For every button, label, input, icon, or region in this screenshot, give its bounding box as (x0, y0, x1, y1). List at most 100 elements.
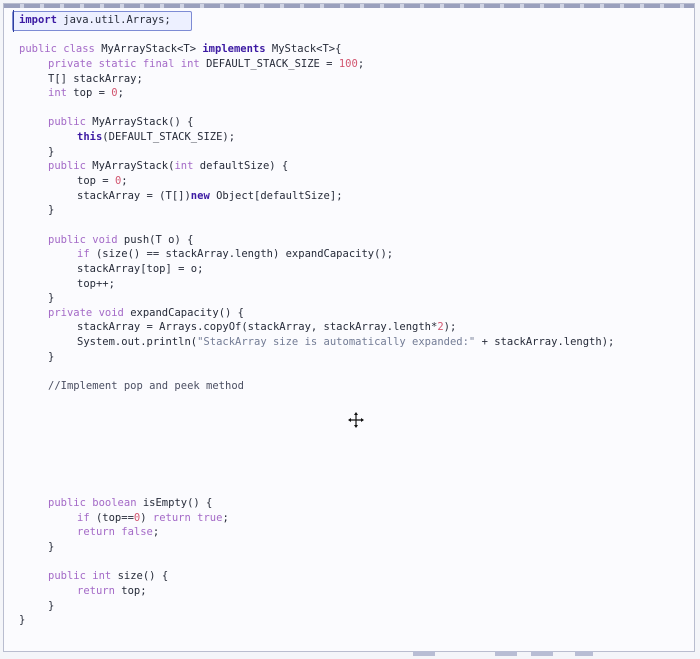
code-token: implements (202, 43, 272, 56)
code-line[interactable] (19, 438, 614, 453)
code-token: import (19, 14, 57, 26)
code-token: stackArray = Arrays.copyOf(stackArray, s… (77, 321, 438, 334)
code-token: ); (443, 321, 457, 334)
code-line[interactable]: public void push(T o) { (19, 233, 614, 248)
code-token: int (48, 87, 74, 100)
code-token: ; (222, 511, 229, 524)
code-line[interactable]: //Implement pop and peek method (19, 379, 614, 394)
editor-top-bar (4, 4, 694, 8)
code-line[interactable] (19, 482, 614, 497)
code-token: return (77, 584, 122, 597)
status-block (413, 651, 435, 656)
code-line[interactable]: } (19, 540, 614, 555)
code-token: this (77, 131, 103, 144)
code-token: DEFAULT_STACK_SIZE = (206, 57, 339, 70)
code-token: stackArray = (T[]) (77, 189, 191, 202)
code-token: public (48, 116, 93, 129)
code-line[interactable]: int top = 0; (19, 86, 614, 101)
code-token: void (92, 233, 124, 246)
code-line[interactable]: return top; (19, 584, 614, 599)
code-line[interactable]: stackArray[top] = o; (19, 262, 614, 277)
code-token: return (152, 511, 198, 524)
code-token: top = (73, 87, 112, 100)
code-line[interactable]: stackArray = Arrays.copyOf(stackArray, s… (19, 320, 614, 335)
code-token: static (98, 57, 143, 70)
code-token: int (180, 57, 207, 70)
code-line[interactable] (19, 101, 614, 116)
code-line[interactable] (19, 423, 614, 438)
code-token: Object[defaultSize]; (216, 189, 343, 202)
code-line[interactable]: } (19, 350, 614, 365)
code-token: int (174, 160, 200, 173)
code-token: (top== (95, 511, 134, 524)
code-line[interactable]: public class MyArrayStack<T> implements … (19, 42, 614, 57)
code-line[interactable]: public MyArrayStack(int defaultSize) { (19, 159, 614, 174)
code-line[interactable]: System.out.println("StackArray size is a… (19, 335, 614, 350)
code-token: } (48, 350, 55, 363)
code-token: defaultSize) { (199, 160, 289, 173)
code-line[interactable] (19, 408, 614, 423)
code-token: 100 (338, 57, 358, 70)
status-block (495, 651, 517, 656)
code-line[interactable] (19, 364, 614, 379)
code-line[interactable]: } (19, 203, 614, 218)
code-token: false (121, 526, 153, 539)
code-token: java.util.Arrays; (56, 14, 171, 26)
code-token: push(T o) { (123, 233, 194, 246)
code-line[interactable]: import java.util.Arrays; (19, 13, 614, 28)
code-line[interactable] (19, 28, 614, 43)
code-token: class (63, 43, 102, 56)
code-token: size() { (117, 570, 169, 583)
bottom-status-strip (405, 650, 695, 658)
code-token: } (48, 204, 55, 217)
code-token: public (48, 570, 93, 583)
code-token: //Implement pop and peek method (48, 380, 244, 393)
code-token: public (48, 233, 93, 246)
code-line[interactable]: return false; (19, 525, 614, 540)
code-line[interactable]: } (19, 599, 614, 614)
code-line[interactable]: top = 0; (19, 174, 614, 189)
move-cursor-icon (348, 412, 364, 428)
code-token: top++; (77, 277, 115, 290)
code-line[interactable] (19, 394, 614, 409)
code-token: final (142, 57, 181, 70)
code-line[interactable]: public int size() { (19, 569, 614, 584)
code-token: } (48, 541, 55, 554)
code-line[interactable]: public boolean isEmpty() { (19, 496, 614, 511)
code-token: ) (140, 511, 153, 524)
code-token: + stackArray.length); (475, 336, 615, 349)
code-line[interactable]: stackArray = (T[])new Object[defaultSize… (19, 189, 614, 204)
code-editor-pane[interactable]: import java.util.Arrays; public class MyA… (3, 3, 695, 652)
status-block (575, 651, 593, 656)
code-line[interactable]: private void expandCapacity() { (19, 306, 614, 321)
code-text-area[interactable]: import java.util.Arrays; public class MyA… (19, 13, 614, 628)
code-token: ; (121, 175, 128, 188)
code-line[interactable]: if (top==0) return true; (19, 511, 614, 526)
code-line[interactable]: } (19, 145, 614, 160)
code-line[interactable] (19, 452, 614, 467)
code-token: new (190, 189, 217, 202)
code-line[interactable] (19, 467, 614, 482)
code-line[interactable] (19, 555, 614, 570)
code-token: return (77, 526, 122, 539)
code-line[interactable]: } (19, 291, 614, 306)
code-line[interactable]: if (size() == stackArray.length) expandC… (19, 247, 614, 262)
code-line[interactable]: public MyArrayStack() { (19, 115, 614, 130)
code-token: boolean (92, 497, 143, 510)
code-line[interactable]: top++; (19, 277, 614, 292)
code-line[interactable]: private static final int DEFAULT_STACK_S… (19, 57, 614, 72)
code-token: ; (117, 87, 124, 100)
code-token: true (197, 511, 223, 524)
code-token: if (77, 248, 96, 261)
code-line[interactable]: } (19, 613, 614, 628)
code-token: System.out.println( (77, 336, 198, 349)
code-token: MyArrayStack<T> (101, 43, 203, 56)
code-line[interactable]: T[] stackArray; (19, 72, 614, 87)
code-line[interactable]: this(DEFAULT_STACK_SIZE); (19, 130, 614, 145)
code-token: } (48, 599, 55, 612)
code-token: MyStack<T>{ (271, 43, 342, 56)
code-line[interactable] (19, 218, 614, 233)
code-token: stackArray[top] = o; (77, 262, 204, 275)
code-token: private (48, 57, 99, 70)
code-token: public (48, 497, 93, 510)
